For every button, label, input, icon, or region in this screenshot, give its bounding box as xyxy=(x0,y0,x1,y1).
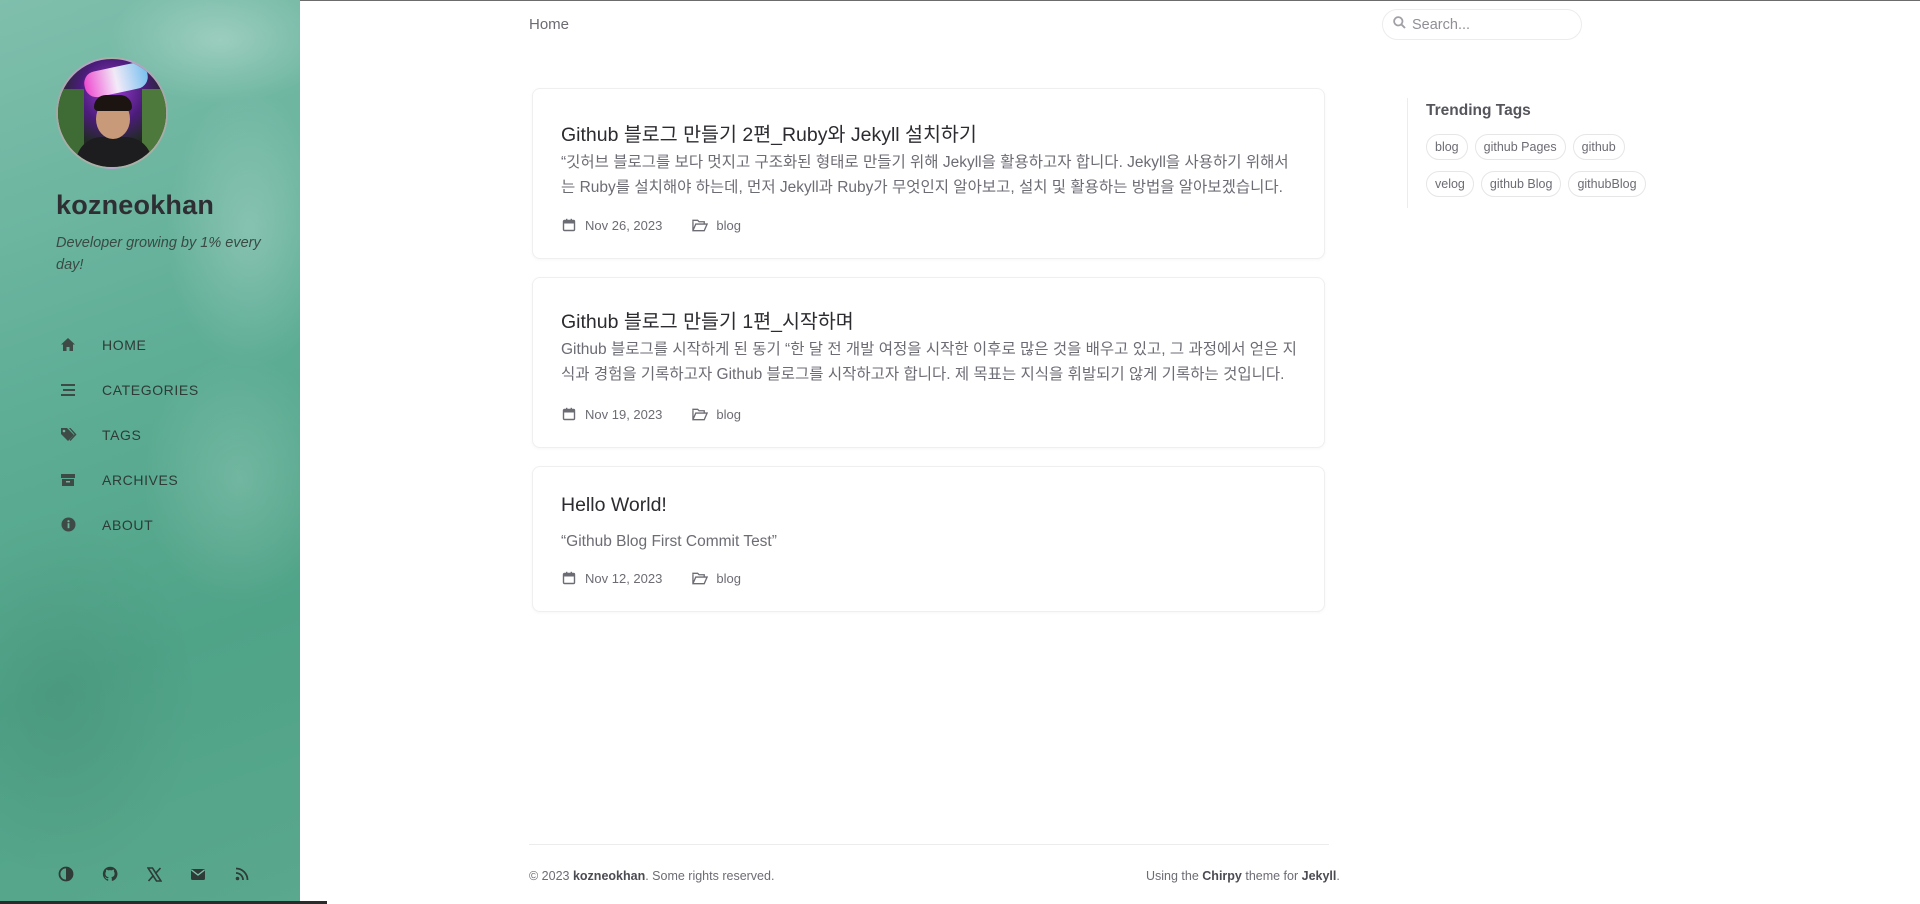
sidebar-item-archives[interactable]: ARCHIVES xyxy=(56,457,286,502)
footer-credits: Using the Chirpy theme for Jekyll. xyxy=(1146,869,1340,883)
post-meta: Nov 12, 2023 blog xyxy=(561,570,741,586)
avatar[interactable] xyxy=(56,57,168,169)
sidebar-item-label: ABOUT xyxy=(102,516,154,533)
site-subtitle: Developer growing by 1% every day! xyxy=(56,235,261,273)
info-circle-icon xyxy=(56,513,80,537)
sidebar-item-label: ARCHIVES xyxy=(102,471,179,488)
folder-open-icon xyxy=(692,570,709,586)
footer-engine-link[interactable]: Jekyll xyxy=(1302,869,1337,883)
sidebar-item-categories[interactable]: CATEGORIES xyxy=(56,367,286,412)
calendar-icon xyxy=(561,570,577,586)
archive-icon xyxy=(56,468,80,492)
sidebar-footer xyxy=(44,862,264,886)
sidebar-item-label: CATEGORIES xyxy=(102,381,199,398)
post-meta: Nov 19, 2023 blog xyxy=(561,406,741,422)
post-card[interactable]: Github 블로그 만들기 1편_시작하며 Github 블로그를 시작하게 … xyxy=(532,277,1325,448)
calendar-icon xyxy=(561,406,577,422)
sidebar-item-home[interactable]: HOME xyxy=(56,322,286,367)
tag-list: blog github Pages github velog github Bl… xyxy=(1426,134,1676,197)
post-card[interactable]: Hello World! “Github Blog First Commit T… xyxy=(532,466,1325,612)
tag-velog[interactable]: velog xyxy=(1426,171,1474,197)
post-category[interactable]: blog xyxy=(716,218,741,233)
search-icon xyxy=(1393,15,1406,34)
sidebar-item-label: TAGS xyxy=(102,426,142,443)
post-meta: Nov 26, 2023 blog xyxy=(561,217,741,233)
sidebar-item-tags[interactable]: TAGS xyxy=(56,412,286,457)
post-category[interactable]: blog xyxy=(716,407,741,422)
post-title[interactable]: Github 블로그 만들기 2편_Ruby와 Jekyll 설치하기 xyxy=(561,118,977,147)
theme-toggle-icon[interactable] xyxy=(44,862,88,886)
post-title[interactable]: Hello World! xyxy=(561,494,667,517)
footer-divider xyxy=(529,844,1329,845)
post-date: Nov 26, 2023 xyxy=(585,217,663,233)
post-excerpt: “깃허브 블로그를 보다 멋지고 구조화된 형태로 만들기 위해 Jekyll을… xyxy=(561,154,1289,196)
tag-github-blog[interactable]: github Blog xyxy=(1480,171,1562,197)
post-excerpt: Github 블로그를 시작하게 된 동기 “한 달 전 개발 여정을 시작한 … xyxy=(561,341,1297,383)
sidebar-item-about[interactable]: ABOUT xyxy=(56,502,286,547)
post-excerpt: “Github Blog First Commit Test” xyxy=(561,533,777,550)
sidebar-nav: HOME CATEGORIES TAGS ARCHIVES ABOUT xyxy=(56,322,286,547)
post-card[interactable]: Github 블로그 만들기 2편_Ruby와 Jekyll 설치하기 “깃허브… xyxy=(532,88,1325,259)
calendar-icon xyxy=(561,217,577,233)
post-date: Nov 19, 2023 xyxy=(585,406,663,422)
post-date: Nov 12, 2023 xyxy=(585,570,663,586)
post-category[interactable]: blog xyxy=(716,571,741,586)
site-title[interactable]: kozneokhan xyxy=(56,190,214,221)
sidebar: kozneokhan Developer growing by 1% every… xyxy=(0,0,300,904)
tag-github[interactable]: github xyxy=(1572,134,1625,160)
search-box[interactable] xyxy=(1382,9,1582,40)
tag-github-pages[interactable]: github Pages xyxy=(1474,134,1566,160)
post-title[interactable]: Github 블로그 만들기 1편_시작하며 xyxy=(561,305,854,334)
email-icon[interactable] xyxy=(176,862,220,886)
tag-githubblog[interactable]: githubBlog xyxy=(1568,171,1646,197)
rss-icon[interactable] xyxy=(220,862,264,886)
breadcrumb[interactable]: Home xyxy=(529,16,569,33)
stream-icon xyxy=(56,378,80,402)
footer-copyright: © 2023 kozneokhan. Some rights reserved. xyxy=(529,869,775,883)
folder-open-icon xyxy=(692,217,709,233)
sidebar-item-label: HOME xyxy=(102,336,147,353)
folder-open-icon xyxy=(692,406,709,422)
trending-tags-title: Trending Tags xyxy=(1426,102,1531,119)
search-input[interactable] xyxy=(1412,16,1562,33)
footer-theme-link[interactable]: Chirpy xyxy=(1202,869,1242,883)
github-icon[interactable] xyxy=(88,862,132,886)
trending-tags-panel: Trending Tags blog github Pages github v… xyxy=(1407,98,1677,208)
x-twitter-icon[interactable] xyxy=(132,862,176,886)
footer-author-link[interactable]: kozneokhan xyxy=(573,869,645,883)
tags-icon xyxy=(56,423,80,447)
tag-blog[interactable]: blog xyxy=(1426,134,1468,160)
home-icon xyxy=(56,333,80,357)
